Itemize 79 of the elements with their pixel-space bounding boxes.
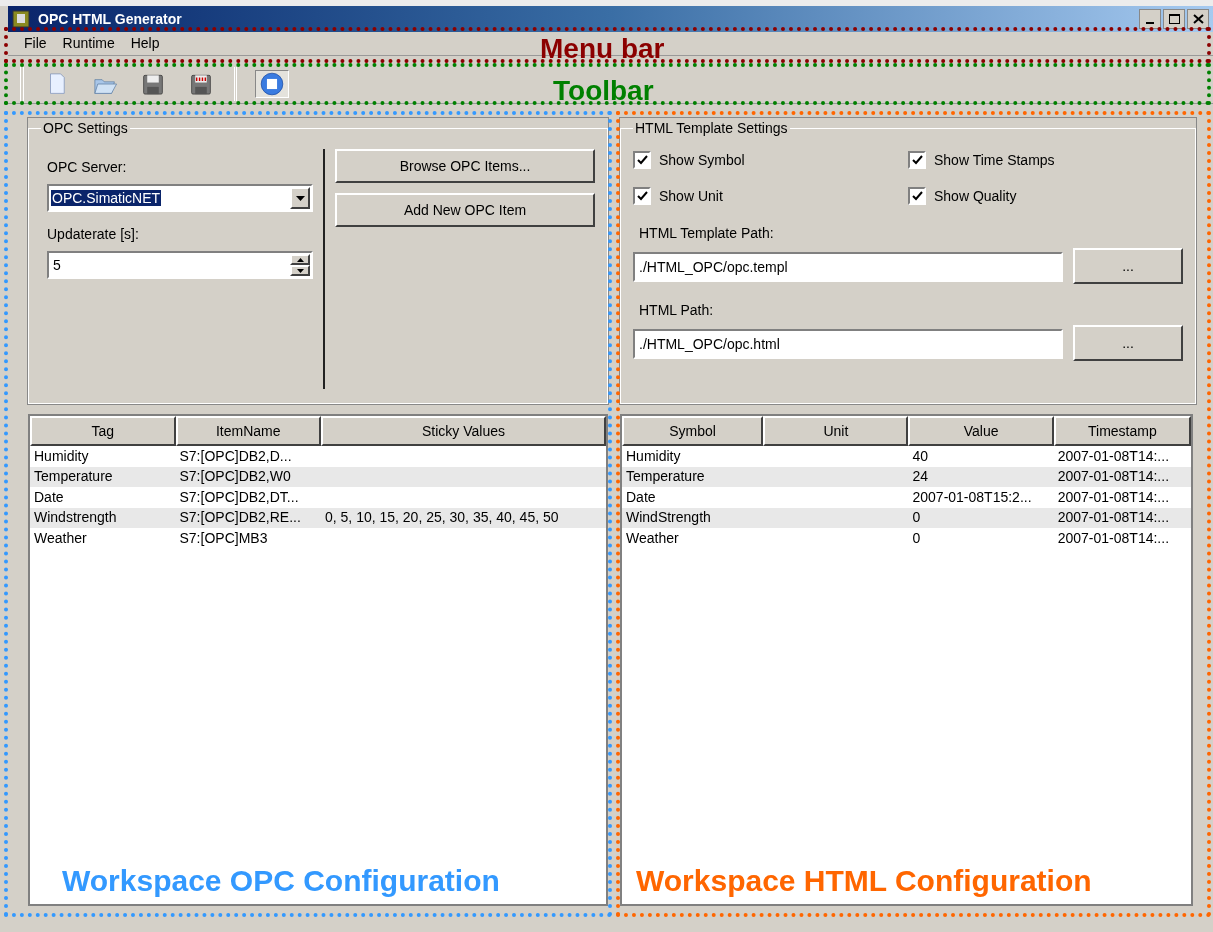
table-cell: S7:[OPC]DB2,DT...	[179, 488, 299, 505]
minimize-button[interactable]	[1139, 9, 1161, 29]
column-header[interactable]: Tag	[30, 416, 176, 446]
path-field[interactable]: ./HTML_OPC/opc.templ	[633, 252, 1063, 282]
table-cell: S7:[OPC]DB2,RE...	[179, 509, 301, 526]
table-cell: 2007-01-08T14:...	[1057, 447, 1169, 464]
up-arrow-icon	[296, 257, 304, 262]
check-icon	[636, 155, 648, 165]
checkbox[interactable]	[633, 151, 651, 169]
column-header[interactable]: Timestamp	[1053, 416, 1191, 446]
table-cell: S7:[OPC]MB3	[179, 529, 268, 546]
close-icon	[1192, 14, 1204, 24]
column-header[interactable]: Sticky Values	[321, 416, 606, 446]
annotation-label: Toolbar	[553, 74, 654, 108]
table-cell: 2007-01-08T15:2...	[912, 488, 1032, 505]
field-label: OPC Server:	[47, 158, 128, 177]
table-cell: Temperature	[626, 468, 705, 485]
close-button[interactable]	[1187, 9, 1209, 29]
column-header[interactable]: ItemName	[175, 416, 321, 446]
column-header[interactable]: Unit	[763, 416, 909, 446]
field-label: HTML Path:	[638, 301, 714, 320]
table-cell: S7:[OPC]DB2,D...	[179, 447, 292, 464]
table-cell: WindStrength	[626, 509, 711, 526]
app-icon	[12, 10, 30, 28]
toolbar-button[interactable]	[255, 69, 289, 98]
check-icon	[911, 155, 923, 165]
column-header[interactable]: Value	[908, 416, 1054, 446]
table-cell: 2007-01-08T14:...	[1057, 488, 1169, 505]
table-cell: 2007-01-08T14:...	[1057, 509, 1169, 526]
table-cell: Humidity	[626, 447, 681, 464]
checkbox[interactable]	[633, 187, 651, 205]
maximize-icon	[1168, 14, 1180, 24]
down-arrow-icon	[296, 268, 304, 273]
table-cell: Weather	[626, 529, 679, 546]
caret-icon	[295, 195, 305, 201]
table-cell: 40	[912, 447, 929, 464]
table-cell: 0, 5, 10, 15, 20, 25, 30, 35, 40, 45, 50	[325, 509, 559, 526]
menu-item[interactable]: Help	[122, 33, 168, 54]
checkbox[interactable]	[908, 151, 926, 169]
table-cell: 24	[912, 468, 929, 485]
column-header[interactable]: Symbol	[622, 416, 764, 446]
table-cell: Windstrength	[34, 509, 117, 526]
checkbox-label: Show Unit	[659, 186, 723, 206]
check-icon	[636, 191, 648, 201]
browse-button[interactable]: ...	[1073, 248, 1183, 284]
minimize-icon	[1146, 22, 1154, 24]
annotation-label: Menu bar	[540, 32, 665, 66]
check-icon	[911, 191, 923, 201]
table-cell: 2007-01-08T14:...	[1057, 468, 1169, 485]
field-label: HTML Template Path:	[638, 224, 774, 243]
stop-icon	[259, 70, 285, 97]
path-field[interactable]: ./HTML_OPC/opc.html	[633, 329, 1063, 359]
checkbox-label: Show Time Stamps	[934, 150, 1055, 170]
menu-item[interactable]: Runtime	[54, 33, 123, 54]
action-button[interactable]: Add New OPC Item	[335, 193, 595, 227]
annotation-label: Workspace HTML Configuration	[636, 863, 1092, 899]
table-cell: Weather	[34, 529, 87, 546]
action-button[interactable]: Browse OPC Items...	[335, 149, 595, 183]
table-cell: S7:[OPC]DB2,W0	[179, 468, 291, 485]
table-cell: 0	[912, 509, 921, 526]
table-cell: 0	[912, 529, 921, 546]
table-cell: Temperature	[34, 468, 113, 485]
checkbox[interactable]	[908, 187, 926, 205]
field-label: Updaterate [s]:	[47, 225, 140, 244]
group-title: HTML Template Settings	[634, 119, 789, 138]
server-dropdown[interactable]: OPC.SimaticNET	[47, 184, 313, 212]
window-title: OPC HTML Generator	[38, 9, 182, 29]
table-cell: 2007-01-08T14:...	[1057, 529, 1169, 546]
checkbox-label: Show Quality	[934, 186, 1017, 206]
browse-button[interactable]: ...	[1073, 325, 1183, 361]
table-cell: Humidity	[34, 447, 89, 464]
group-title: OPC Settings	[42, 119, 129, 138]
annotation-label: Workspace OPC Configuration	[62, 863, 500, 899]
menu-item[interactable]: File	[16, 33, 55, 54]
updaterate-spinner[interactable]: 5	[47, 251, 313, 279]
checkbox-label: Show Symbol	[659, 150, 745, 170]
table-cell: Date	[34, 488, 64, 505]
maximize-button[interactable]	[1163, 9, 1185, 29]
table-cell: Date	[626, 488, 656, 505]
